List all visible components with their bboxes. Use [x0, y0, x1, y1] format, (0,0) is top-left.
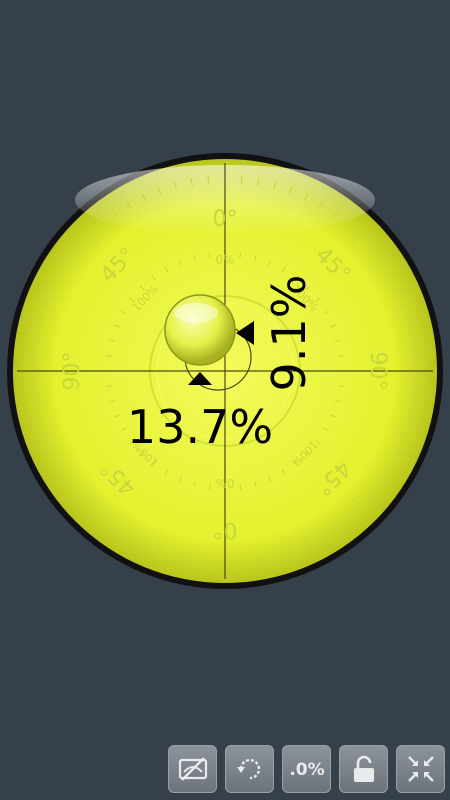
level-bubble [164, 294, 236, 366]
tick-mark [412, 386, 421, 389]
tick-mark [240, 558, 243, 567]
label-0deg-top: 0° [213, 207, 238, 232]
calibrate-icon [406, 754, 436, 784]
tick-mark [29, 353, 38, 356]
hide-readings-button[interactable] [168, 745, 217, 793]
tick-mark [207, 175, 210, 184]
horizontal-tilt-reading: 13.7% [127, 400, 273, 454]
bubble-level-display[interactable]: 0° 0° 90° 90° 45° 45° 45° 45° 0% 0% 100%… [0, 0, 450, 800]
label-0pct-bottom: 0% [215, 476, 234, 490]
tick-mark [207, 558, 210, 567]
hide-readings-icon [178, 756, 208, 782]
tick-mark [29, 386, 38, 389]
decimal-toggle-icon: .0% [286, 757, 328, 781]
decimal-toggle-button[interactable]: .0% [282, 745, 331, 793]
label-90deg-left: 90° [60, 352, 85, 391]
tick-mark [412, 353, 421, 356]
decimal-toggle-label: .0% [289, 760, 324, 780]
rotate-button[interactable] [225, 745, 274, 793]
label-0pct-top: 0% [215, 253, 234, 267]
vertical-tilt-reading: 9.1% [262, 275, 316, 392]
bottom-toolbar: .0% [168, 745, 446, 793]
unlock-icon [350, 754, 378, 784]
rotate-icon [235, 754, 265, 784]
label-90deg-right: 90° [365, 352, 390, 391]
lock-button[interactable] [339, 745, 388, 793]
label-0deg-bottom: 0° [213, 517, 238, 542]
tick-mark [240, 175, 243, 184]
calibrate-button[interactable] [396, 745, 445, 793]
